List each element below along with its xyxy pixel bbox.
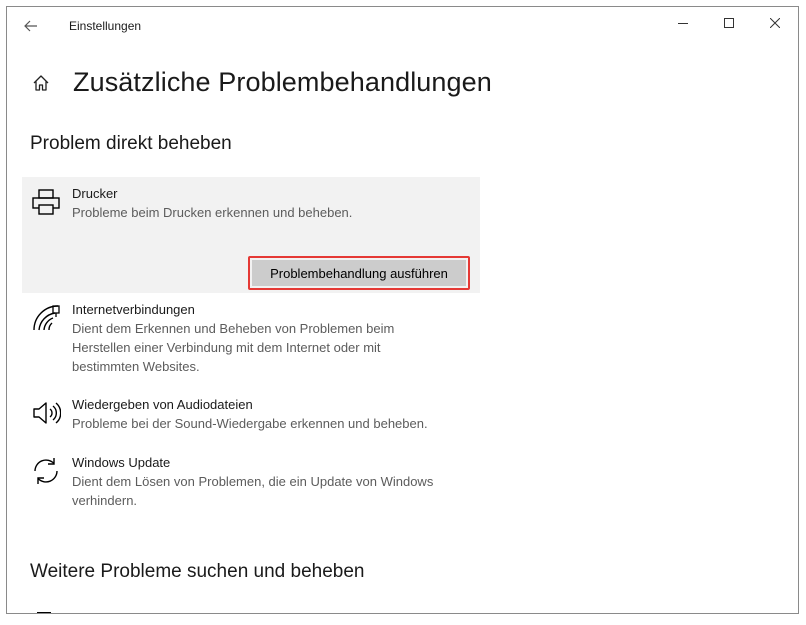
section-title-direct: Problem direkt beheben [30,133,232,154]
item-description: Probleme bei der Sound-Wiedergabe erkenn… [72,416,428,431]
wifi-icon [30,302,62,334]
list-item-windows-update[interactable]: Windows Update Dient dem Lösen von Probl… [22,446,480,522]
maximize-icon [724,18,734,28]
close-button[interactable] [752,7,798,39]
window-title: Einstellungen [69,19,142,33]
section-title-more: Weitere Probleme suchen und beheben [30,561,365,582]
item-title: Windows Update [72,455,171,470]
title-bar: Einstellungen [7,7,798,45]
item-description: Dient dem Erkennen und Beheben von Probl… [72,321,395,374]
item-title: Wiedergeben von Audiodateien [72,397,253,412]
maximize-button[interactable] [706,7,752,39]
list-item-audio[interactable]: Wiedergeben von Audiodateien Probleme be… [22,388,480,446]
troubleshooter-list: Drucker Probleme beim Drucken erkennen u… [22,177,480,522]
back-button[interactable] [17,13,45,39]
printer-icon [30,186,62,218]
close-icon [770,18,780,28]
page-header: Zusätzliche Problembehandlungen [29,67,492,98]
run-troubleshooter-button[interactable]: Problembehandlung ausführen [252,260,466,286]
item-title: Drucker [72,186,118,201]
item-description: Probleme beim Drucken erkennen und beheb… [72,205,353,220]
sync-icon [30,455,62,487]
minimize-icon [678,23,688,24]
highlight-box: Problembehandlung ausführen [248,256,470,290]
list-item-printer[interactable]: Drucker Probleme beim Drucken erkennen u… [22,177,480,293]
home-icon [33,74,49,91]
partial-item-icon [37,612,51,613]
page-title: Zusätzliche Problembehandlungen [73,67,492,97]
speaker-icon [30,397,62,429]
window-controls [660,7,798,39]
home-button[interactable] [29,71,53,95]
item-title: Internetverbindungen [72,302,195,317]
item-description: Dient dem Lösen von Problemen, die ein U… [72,474,434,508]
minimize-button[interactable] [660,7,706,39]
settings-window: Einstellungen Zusätzliche Problembehandl… [6,6,799,614]
arrow-left-icon [24,20,37,32]
list-item-internet[interactable]: Internetverbindungen Dient dem Erkennen … [22,293,480,388]
